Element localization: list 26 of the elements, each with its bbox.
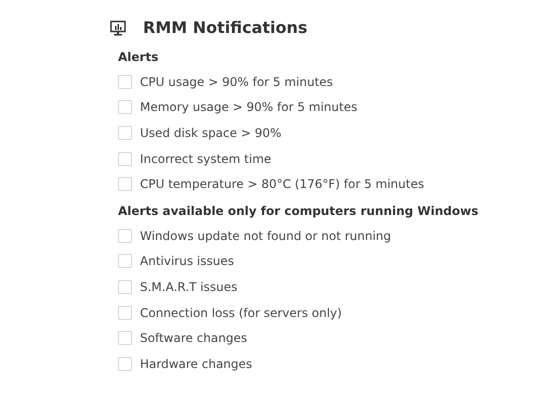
checkbox[interactable] [118, 331, 132, 346]
checkbox-label: Used disk space > 90% [140, 126, 282, 140]
section-heading: Alerts available only for computers running Windows [118, 202, 480, 220]
checkbox[interactable] [118, 126, 132, 140]
checkbox[interactable] [118, 254, 132, 268]
checkbox-label: CPU usage > 90% for 5 minutes [140, 74, 333, 89]
checkbox[interactable] [118, 228, 132, 243]
checkbox-label: Hardware changes [140, 356, 252, 371]
checkbox[interactable] [118, 100, 132, 114]
checkbox[interactable] [118, 280, 132, 294]
monitor-chart-icon [110, 20, 126, 36]
checkbox-label: CPU temperature > 80°C (176°F) for 5 minutes [140, 177, 424, 192]
checkbox-label: Antivirus issues [140, 254, 234, 268]
checkbox[interactable] [118, 177, 132, 192]
section-heading: Alerts [118, 49, 160, 66]
checkbox-label: Incorrect system time [140, 152, 272, 166]
checkbox[interactable] [118, 306, 132, 320]
checkbox-label: Windows update not found or not running [140, 228, 392, 243]
checkbox[interactable] [118, 74, 132, 89]
checkbox-label: Software changes [140, 331, 248, 346]
checkbox[interactable] [118, 356, 132, 371]
checkbox-label: S.M.A.R.T issues [140, 280, 238, 294]
checkbox[interactable] [118, 152, 132, 166]
page-title: RMM Notifications [143, 18, 308, 37]
checkbox-label: Memory usage > 90% for 5 minutes [140, 100, 358, 114]
checkbox-label: Connection loss (for servers only) [140, 306, 342, 320]
